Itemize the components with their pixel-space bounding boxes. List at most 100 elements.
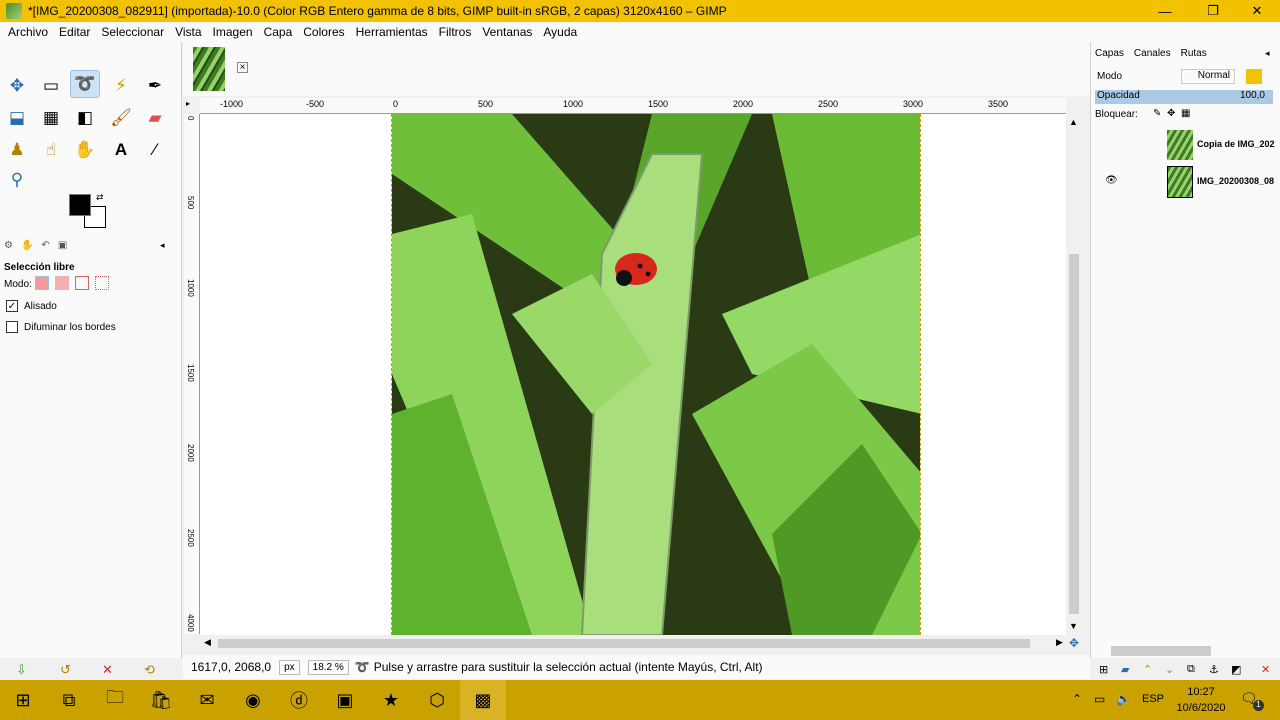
lock-position-icon[interactable]: ✥ [1167,108,1175,119]
scroll-down-icon[interactable]: ▼ [1069,621,1078,631]
paths-icon[interactable]: ✒ [140,72,170,100]
unit-select[interactable]: px [279,659,300,675]
vertical-scroll-thumb[interactable] [1069,254,1079,614]
cube-app-icon[interactable]: ⬡ [414,680,460,720]
volume-icon[interactable]: 🔈 [1116,692,1131,706]
star-app-icon[interactable]: ★ [368,680,414,720]
transform-icon[interactable]: ⬓ [2,104,32,132]
color-picker-icon[interactable]: ⁄ [140,136,170,164]
reset-options-icon[interactable]: ⟲ [144,662,155,678]
menu-seleccionar[interactable]: Seleccionar [101,25,164,39]
mode-intersect-icon[interactable] [95,276,109,290]
layer-row[interactable]: Copia de IMG_202 [1095,128,1275,164]
navigate-icon[interactable]: ✥ [1069,636,1079,650]
horizontal-scroll-thumb[interactable] [218,639,1030,648]
gradient-icon[interactable]: ◧ [70,104,100,132]
feather-option[interactable]: Difuminar los bordes [6,321,116,333]
clock-time[interactable]: 10:27 [1176,686,1226,698]
lock-alpha-icon[interactable]: ▦ [1181,108,1190,119]
menu-colores[interactable]: Colores [303,25,344,39]
rect-select-icon[interactable]: ▭ [36,72,66,100]
vertical-scrollbar[interactable]: ▲ ▼ [1066,114,1082,635]
new-group-icon[interactable]: ▰ [1121,663,1129,676]
chrome-icon[interactable]: ◉ [230,680,276,720]
lower-layer-icon[interactable]: ⌄ [1165,663,1174,676]
smudge-icon[interactable]: ☝ [36,136,66,164]
scroll-right-icon[interactable]: ▶ [1056,637,1063,648]
menu-editar[interactable]: Editar [59,25,90,39]
opacity-slider[interactable]: Opacidad 100,0 [1095,90,1273,104]
device-status-tab-icon[interactable]: ✋ [21,240,33,254]
save-options-icon[interactable]: ⇩ [16,662,27,678]
dodge-icon[interactable]: ✋ [70,136,100,164]
antialias-checkbox[interactable]: ✓ [6,300,18,312]
gimp-taskbar-icon[interactable]: ▩ [460,680,506,720]
tool-options-tab-icon[interactable]: ⚙ [4,240,13,254]
mask-layer-icon[interactable]: ◩ [1231,663,1241,676]
text-icon[interactable]: A [106,136,136,164]
fuzzy-select-icon[interactable]: ⚡ [106,72,136,100]
close-image-tab-icon[interactable]: × [237,62,248,73]
eraser-icon[interactable]: ▰ [140,104,170,132]
clone-icon[interactable]: ♟ [2,136,32,164]
tab-capas[interactable]: Capas [1095,48,1124,59]
panel-menu-icon[interactable]: ◂ [160,240,165,251]
foreground-color-swatch[interactable] [69,194,91,216]
undo-history-tab-icon[interactable]: ↶ [41,240,49,254]
zoom-select[interactable]: 18.2 % [307,659,349,675]
free-select-icon[interactable]: ➰ [70,70,100,98]
restore-options-icon[interactable]: ↺ [60,662,71,678]
file-explorer-icon[interactable]: 🗀 [92,680,138,720]
tray-up-arrow-icon[interactable]: ⌃ [1072,692,1082,706]
layer-name[interactable]: Copia de IMG_202 [1197,139,1277,149]
app-icon[interactable]: ▣ [322,680,368,720]
quick-mask-corner-icon[interactable]: ▸ [186,99,190,108]
layers-hscroll-thumb[interactable] [1111,646,1211,656]
raise-layer-icon[interactable]: ⌃ [1143,663,1152,676]
switch-modes-icon[interactable] [1246,69,1262,84]
mail-icon[interactable]: ✉ [184,680,230,720]
lock-pixels-icon[interactable]: ✎ [1153,108,1161,119]
clock-date[interactable]: 10/6/2020 [1172,702,1230,714]
scroll-up-icon[interactable]: ▲ [1069,117,1078,127]
vertical-ruler[interactable]: 0 500 1000 1500 2000 2500 4000 [184,114,200,634]
move-icon[interactable]: ✥ [2,72,32,100]
delete-options-icon[interactable]: ✕ [102,662,113,678]
minimize-button[interactable]: — [1142,0,1188,22]
menu-vista[interactable]: Vista [175,25,201,39]
horizontal-ruler[interactable]: -1000 -500 0 500 1000 1500 2000 2500 300… [200,98,1066,114]
task-view-icon[interactable]: ⧉ [46,680,92,720]
windows-start-icon[interactable]: ⊞ [0,680,46,720]
dell-icon[interactable]: ⓓ [276,680,322,720]
duplicate-layer-icon[interactable]: ⧉ [1187,663,1195,676]
scroll-left-icon[interactable]: ◀ [204,637,211,648]
mode-subtract-icon[interactable] [75,276,89,290]
language-indicator[interactable]: ESP [1142,693,1164,705]
menu-archivo[interactable]: Archivo [8,25,48,39]
image-thumbnail-tab[interactable] [193,47,225,91]
ladybug-photo[interactable] [392,114,921,635]
horizontal-scrollbar[interactable]: ◀ ▶ [200,636,1066,651]
menu-ayuda[interactable]: Ayuda [543,25,577,39]
layer-row[interactable]: 👁 IMG_20200308_08 [1095,164,1275,200]
tab-rutas[interactable]: Rutas [1181,48,1207,59]
new-layer-icon[interactable]: ⊞ [1099,663,1108,676]
store-icon[interactable]: 🛍 [138,680,184,720]
anchor-layer-icon[interactable]: ⚓ [1209,663,1219,676]
image-layer[interactable] [391,114,921,635]
menu-imagen[interactable]: Imagen [213,25,253,39]
tab-canales[interactable]: Canales [1134,48,1171,59]
layer-name[interactable]: IMG_20200308_08 [1197,176,1277,186]
close-button[interactable]: ✕ [1234,0,1280,22]
dock-menu-icon[interactable]: ◂ [1265,48,1270,59]
images-tab-icon[interactable]: ▣ [58,240,67,254]
feather-checkbox[interactable] [6,321,18,333]
menu-capa[interactable]: Capa [264,25,293,39]
menu-herramientas[interactable]: Herramientas [356,25,428,39]
mode-replace-icon[interactable] [35,276,49,290]
paintbrush-icon[interactable]: 🖌 [106,104,136,132]
delete-layer-icon[interactable]: ✕ [1261,663,1270,676]
battery-icon[interactable]: ▭ [1094,692,1105,706]
layer-mode-select[interactable]: Normal [1181,69,1235,84]
antialias-option[interactable]: ✓ Alisado [6,300,57,312]
